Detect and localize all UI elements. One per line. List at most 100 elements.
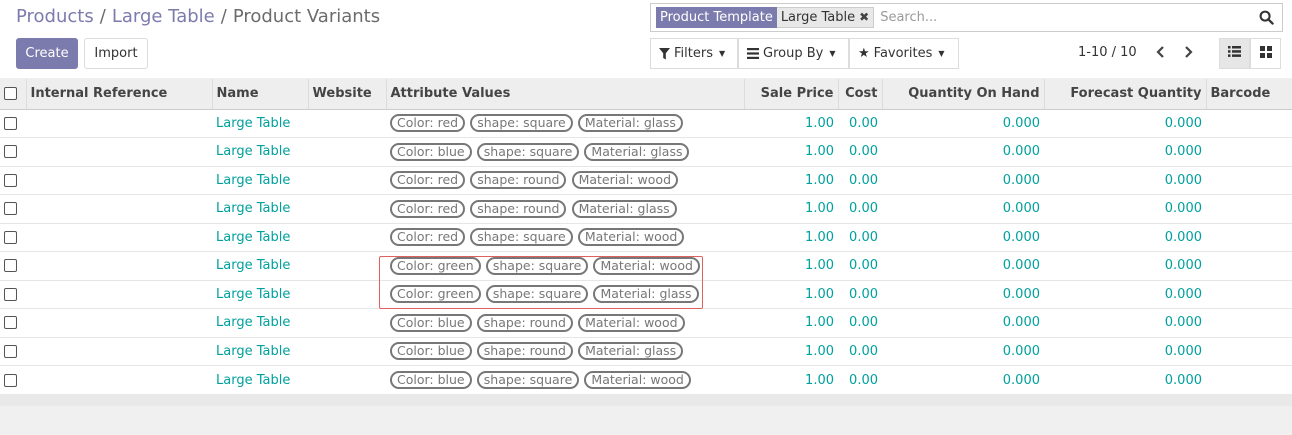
col-cost[interactable]: Cost [838,79,883,110]
name-cell[interactable]: Large Table [212,137,308,166]
qty-on-hand-cell: 0.000 [882,108,1044,138]
attribute-tag: Color: red [390,171,466,190]
facet-remove-icon[interactable]: ✖ [859,7,869,28]
search-input[interactable] [878,5,1254,30]
name-cell[interactable]: Large Table [212,222,308,252]
breadcrumb-separator: / [99,6,106,27]
name-cell[interactable]: Large Table [212,194,308,223]
import-button[interactable]: Import [84,38,148,69]
table-row[interactable]: Large Table Color: red shape: round Mater… [0,194,1292,223]
table-row[interactable]: Large Table Color: red shape: square Mate… [0,222,1292,252]
name-cell[interactable]: Large Table [212,308,308,337]
col-forecast-qty[interactable]: Forecast Quantity [1044,79,1207,110]
attribute-tag: Color: green [390,256,481,275]
col-qty-on-hand[interactable]: Quantity On Hand [882,79,1045,110]
filters-dropdown[interactable]: Filters ▼ [650,38,738,69]
row-select-cell [0,137,26,166]
attribute-values-cell: Color: red shape: round Material: wood [386,165,744,195]
kanban-view-button[interactable] [1250,38,1281,69]
website-cell [308,165,386,195]
attribute-tag: Color: green [390,285,481,304]
name-cell[interactable]: Large Table [212,251,308,280]
name-cell[interactable]: Large Table [212,365,308,394]
table-row[interactable]: Large Table Color: red shape: round Mater… [0,165,1292,195]
attribute-tag: shape: square [470,228,573,247]
col-website[interactable]: Website [308,79,387,110]
table-row[interactable]: Large Table Color: red shape: square Mate… [0,108,1292,138]
name-cell[interactable]: Large Table [212,279,308,309]
row-select-cell [0,222,26,252]
group-by-dropdown[interactable]: Group By ▼ [738,38,849,69]
attribute-tag: shape: square [476,371,580,389]
name-cell[interactable]: Large Table [212,108,308,138]
forecast-qty-cell: 0.000 [1044,365,1206,394]
qty-on-hand-cell: 0.000 [882,279,1044,309]
internal-reference-cell [26,137,212,166]
website-cell [308,336,386,366]
forecast-qty-cell: 0.000 [1044,108,1206,138]
col-sale-price[interactable]: Sale Price [744,79,839,110]
row-checkbox[interactable] [4,202,17,216]
sale-price-cell: 1.00 [744,222,838,252]
cost-cell: 0.00 [838,108,882,138]
favorites-label: Favorites [873,46,933,61]
row-select-cell [0,108,26,138]
pager-next-icon[interactable] [1177,41,1199,63]
internal-reference-cell [26,251,212,280]
attribute-values-cell: Color: blue shape: round Material: wood [386,308,744,337]
table-row[interactable]: Large Table Color: green shape: square Ma… [0,251,1292,280]
search-icon[interactable] [1254,6,1278,30]
col-name[interactable]: Name [212,79,309,110]
row-checkbox[interactable] [4,230,17,244]
qty-on-hand-cell: 0.000 [882,251,1044,280]
breadcrumb-large-table[interactable]: Large Table [112,6,215,27]
row-checkbox[interactable] [4,259,17,273]
row-checkbox[interactable] [4,316,17,330]
cost-cell: 0.00 [838,336,882,366]
internal-reference-cell [26,308,212,337]
table-row[interactable]: Large Table Color: green shape: square Ma… [0,279,1292,309]
attribute-tag: Material: glass [584,142,690,161]
barcode-cell [1206,308,1292,337]
cost-cell: 0.00 [838,279,882,309]
pager-value[interactable]: 1-10 / 10 [1078,45,1137,60]
attribute-tag: Color: blue [390,371,472,389]
internal-reference-cell [26,165,212,195]
website-cell [308,108,386,138]
qty-on-hand-cell: 0.000 [882,365,1044,394]
forecast-qty-cell: 0.000 [1044,251,1206,280]
variants-table: Internal Reference Name Website Attribut… [0,79,1292,394]
row-checkbox[interactable] [4,287,17,301]
cost-cell: 0.00 [838,222,882,252]
row-checkbox[interactable] [4,344,17,358]
qty-on-hand-cell: 0.000 [882,137,1044,166]
kanban-view-icon [1259,45,1272,62]
forecast-qty-cell: 0.000 [1044,336,1206,366]
pager-previous-icon[interactable] [1149,41,1171,63]
create-button[interactable]: Create [16,38,78,69]
chevron-down-icon: ▼ [829,49,836,58]
forecast-qty-cell: 0.000 [1044,137,1206,166]
sale-price-cell: 1.00 [744,251,838,280]
row-checkbox[interactable] [4,145,17,159]
name-cell[interactable]: Large Table [212,165,308,195]
row-checkbox[interactable] [4,373,17,387]
table-row[interactable]: Large Table Color: blue shape: square Mat… [0,137,1292,166]
row-checkbox[interactable] [4,173,17,187]
breadcrumb-products[interactable]: Products [16,6,94,27]
favorites-dropdown[interactable]: ★ Favorites ▼ [849,38,959,69]
col-attribute-values[interactable]: Attribute Values [386,79,745,110]
list-view-button[interactable] [1219,38,1250,69]
cost-cell: 0.00 [838,308,882,337]
facet-value: Large Table ✖ [776,7,875,28]
row-select-cell [0,251,26,280]
table-row[interactable]: Large Table Color: blue shape: round Mate… [0,336,1292,366]
internal-reference-cell [26,222,212,252]
row-checkbox[interactable] [4,116,17,130]
col-barcode[interactable]: Barcode [1206,79,1292,110]
select-all-checkbox[interactable] [4,87,17,101]
table-row[interactable]: Large Table Color: blue shape: square Mat… [0,365,1292,394]
col-internal-reference[interactable]: Internal Reference [26,79,213,110]
table-row[interactable]: Large Table Color: blue shape: round Mate… [0,308,1292,337]
name-cell[interactable]: Large Table [212,336,308,366]
